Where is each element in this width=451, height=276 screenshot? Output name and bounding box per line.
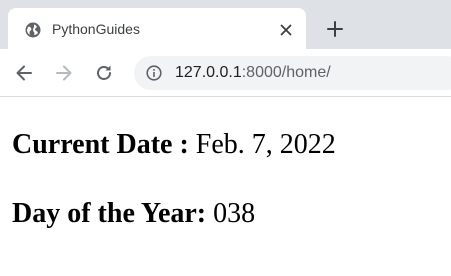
globe-icon — [25, 22, 41, 38]
tab-pythonguides[interactable]: PythonGuides — [8, 8, 306, 49]
reload-icon[interactable] — [94, 63, 114, 83]
current-date-value: Feb. 7, 2022 — [195, 129, 336, 160]
current-date-line: Current Date : Feb. 7, 2022 — [12, 129, 336, 161]
url-path: :8000/home/ — [241, 64, 331, 81]
close-icon[interactable] — [278, 22, 294, 38]
forward-arrow-icon[interactable] — [54, 63, 74, 83]
address-bar[interactable]: 127.0.0.1:8000/home/ — [134, 56, 451, 90]
tab-title: PythonGuides — [52, 21, 140, 37]
url-text[interactable]: 127.0.0.1:8000/home/ — [175, 63, 331, 83]
day-of-year-line: Day of the Year: 038 — [12, 198, 255, 230]
browser-toolbar: 127.0.0.1:8000/home/ — [0, 49, 451, 97]
current-date-label: Current Date : — [12, 129, 189, 160]
info-icon[interactable] — [146, 65, 162, 81]
url-host: 127.0.0.1 — [175, 64, 242, 81]
new-tab-plus-icon[interactable] — [326, 20, 344, 38]
day-of-year-label: Day of the Year: — [12, 198, 207, 229]
tab-strip: PythonGuides — [0, 0, 451, 49]
day-of-year-value: 038 — [213, 198, 256, 229]
back-arrow-icon[interactable] — [14, 63, 34, 83]
